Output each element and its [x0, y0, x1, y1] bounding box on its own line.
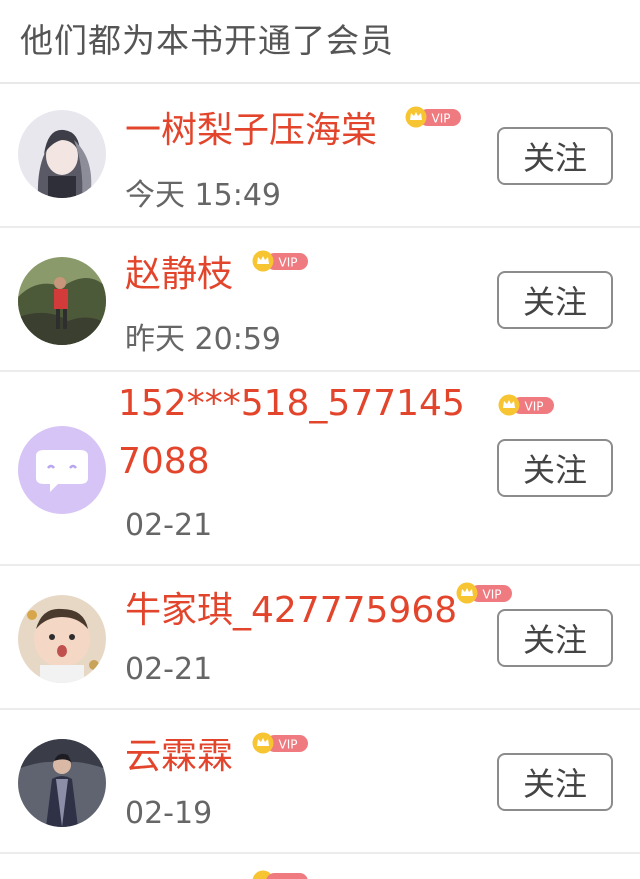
vip-badge: VIP — [252, 732, 308, 754]
follow-button[interactable]: 关注 — [497, 127, 613, 185]
member-row: 赵静枝 VIP 昨天 20:59 关注 — [0, 228, 640, 372]
member-row: 牛家琪_427775968 VIP 02-21 关注 — [0, 566, 640, 710]
member-row: 一树梨子压海棠 VIP 今天 15:49 关注 — [0, 84, 640, 228]
member-name[interactable]: 云霖霖 — [125, 727, 233, 787]
member-name[interactable]: 一树梨子压海棠 — [125, 101, 377, 161]
vip-badge-label: VIP — [279, 738, 298, 752]
avatar[interactable] — [18, 257, 106, 345]
girl-illustration-avatar-icon — [18, 110, 106, 198]
member-row: 152***518_5771457088 VIP 02-21 关注 — [0, 372, 640, 566]
vip-badge-label: VIP — [483, 588, 502, 602]
member-name[interactable]: 赵静枝 — [125, 245, 233, 305]
vip-badge: VIP — [252, 250, 308, 272]
member-row-partial — [0, 854, 640, 879]
vip-badge: VIP — [498, 394, 554, 416]
avatar[interactable] — [18, 595, 106, 683]
follow-button[interactable]: 关注 — [497, 271, 613, 329]
member-row: 云霖霖 VIP 02-19 关注 — [0, 710, 640, 854]
page-title: 他们都为本书开通了会员 — [20, 21, 394, 60]
vip-badge: VIP — [456, 582, 512, 604]
member-time: 02-21 — [125, 508, 213, 543]
member-name[interactable]: 牛家琪_427775968 — [125, 581, 457, 641]
member-time: 02-19 — [125, 796, 213, 831]
member-time: 今天 15:49 — [125, 178, 281, 213]
member-time: 02-21 — [125, 652, 213, 687]
member-name[interactable]: 152***518_5771457088 — [118, 375, 478, 491]
outdoor-photo-avatar-icon — [18, 257, 106, 345]
costume-photo-avatar-icon — [18, 739, 106, 827]
vip-badge — [252, 870, 308, 879]
avatar[interactable] — [18, 426, 106, 514]
member-list-page: 他们都为本书开通了会员 一树梨子压海棠 VIP 今天 15:49 关注 赵静枝 … — [0, 0, 640, 879]
vip-badge: VIP — [405, 106, 461, 128]
follow-button[interactable]: 关注 — [497, 439, 613, 497]
member-time: 昨天 20:59 — [125, 322, 281, 357]
avatar[interactable] — [18, 110, 106, 198]
chat-bubble-avatar-icon — [18, 426, 106, 514]
header: 他们都为本书开通了会员 — [0, 0, 640, 84]
vip-badge-label: VIP — [279, 256, 298, 270]
vip-badge-label: VIP — [525, 400, 544, 414]
follow-button[interactable]: 关注 — [497, 753, 613, 811]
follow-button[interactable]: 关注 — [497, 609, 613, 667]
vip-badge-label: VIP — [432, 112, 451, 126]
avatar[interactable] — [18, 739, 106, 827]
member-list: 一树梨子压海棠 VIP 今天 15:49 关注 赵静枝 VIP 昨天 20:59… — [0, 84, 640, 879]
baby-photo-avatar-icon — [18, 595, 106, 683]
